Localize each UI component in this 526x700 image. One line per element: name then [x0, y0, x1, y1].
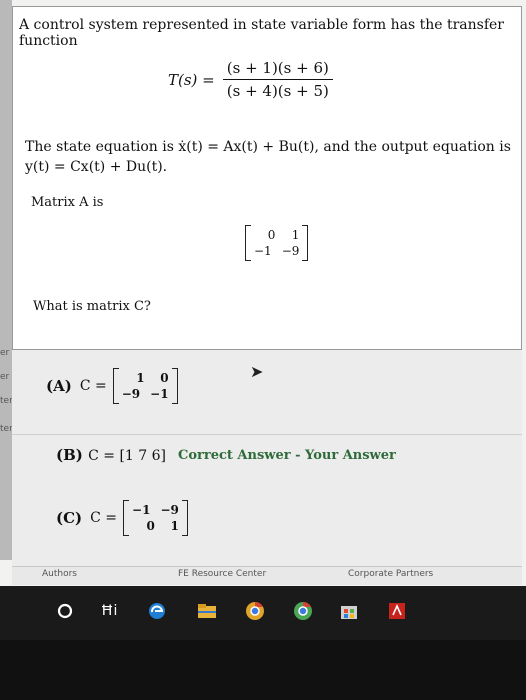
question-card: A control system represented in state va…: [12, 6, 522, 350]
store-icon[interactable]: [338, 600, 360, 622]
option-c[interactable]: (C) C = −1 −9 0 1: [56, 500, 188, 536]
question-prompt: What is matrix C?: [33, 299, 151, 314]
option-a-prefix: C =: [79, 378, 107, 394]
matrix-a: 0 1 −1 −9: [245, 225, 309, 261]
option-a-matrix: 1 0 −9 −1: [112, 368, 178, 404]
output-equation-line: y(t) = Cx(t) + Du(t).: [25, 159, 168, 175]
chrome-icon[interactable]: [244, 600, 266, 622]
mouse-cursor-icon: ➤: [250, 362, 264, 381]
tf-label: T(s) =: [168, 70, 215, 89]
option-c-prefix: C =: [90, 510, 118, 526]
option-c-label: (C): [56, 509, 83, 527]
screen: er er ter ter A control system represent…: [0, 0, 526, 640]
side-label: ter: [0, 424, 13, 434]
option-b-text: C = [1 7 6]: [88, 448, 166, 464]
chrome-icon[interactable]: [292, 600, 314, 622]
edge-icon[interactable]: [146, 600, 168, 622]
matrix-cell: −1: [150, 387, 169, 401]
task-view-icon[interactable]: Ħi: [98, 600, 120, 622]
state-equation: The state equation is ẋ(t) = Ax(t) + Bu(…: [25, 137, 515, 177]
correct-answer-badge: Correct Answer - Your Answer: [178, 448, 396, 463]
side-label: er: [0, 348, 10, 358]
matrix-cell: −9: [160, 503, 179, 517]
matrix-cell: −1: [254, 244, 272, 258]
tf-denominator: (s + 4)(s + 5): [222, 79, 333, 100]
matrix-cell: −9: [121, 387, 141, 401]
matrix-cell: 1: [170, 519, 179, 533]
matrix-cell: 1: [291, 228, 300, 242]
matrix-cell: 1: [136, 371, 145, 385]
option-c-matrix: −1 −9 0 1: [123, 500, 188, 536]
transfer-function: T(s) = (s + 1)(s + 6) (s + 4)(s + 5): [168, 59, 333, 100]
option-b[interactable]: (B) C = [1 7 6]: [56, 446, 166, 464]
matrix-cell: −1: [132, 503, 151, 517]
side-label: ter: [0, 396, 13, 406]
matrix-cell: −9: [281, 244, 300, 258]
file-explorer-icon[interactable]: [196, 600, 218, 622]
footer-resource-link[interactable]: FE Resource Center: [178, 569, 266, 579]
footer-partners-link[interactable]: Corporate Partners: [348, 569, 433, 579]
tf-numerator: (s + 1)(s + 6): [226, 59, 329, 77]
option-a[interactable]: (A) C = 1 0 −9 −1: [46, 368, 178, 404]
search-icon[interactable]: [54, 600, 76, 622]
side-label: er: [0, 372, 10, 382]
page-footer: Authors FE Resource Center Corporate Par…: [12, 566, 522, 585]
question-intro: A control system represented in state va…: [19, 17, 505, 49]
footer-authors-link[interactable]: Authors: [42, 569, 77, 579]
acrobat-icon[interactable]: [386, 600, 408, 622]
windows-taskbar: Ħi: [0, 586, 526, 640]
option-b-label: (B): [56, 446, 83, 464]
option-a-label: (A): [46, 377, 72, 395]
left-panel-strip: [0, 0, 12, 560]
state-equation-line: The state equation is ẋ(t) = Ax(t) + Bu(…: [25, 139, 511, 155]
matrix-cell: 0: [146, 519, 155, 533]
matrix-cell: 0: [267, 228, 276, 242]
tf-fraction: (s + 1)(s + 6) (s + 4)(s + 5): [222, 59, 333, 100]
matrix-a-label: Matrix A is: [31, 195, 104, 210]
matrix-cell: 0: [160, 371, 169, 385]
